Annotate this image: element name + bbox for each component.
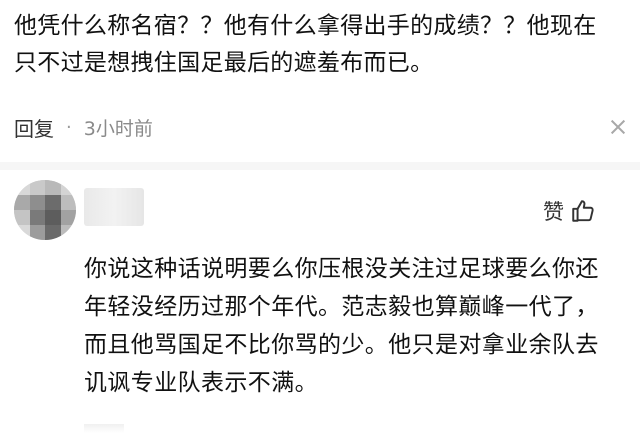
username-blurred[interactable]	[84, 188, 144, 226]
close-icon[interactable]	[610, 119, 626, 135]
next-item-partial	[84, 424, 124, 433]
comment-timestamp: 3小时前	[83, 117, 153, 140]
first-comment-meta: 回复 · 3小时前	[14, 113, 626, 141]
first-comment-text: 他凭什么称名宿？？他有什么拿得出手的成绩？？他现在只不过是想拽住国足最后的遮羞布…	[14, 13, 597, 76]
reply-button[interactable]: 回复	[14, 113, 54, 142]
thumbs-up-icon	[572, 200, 594, 222]
meta-separator: ·	[66, 116, 72, 138]
like-label: 赞	[543, 200, 564, 224]
second-comment: 你说这种话说明要么你压根没关注过足球要么你还年轻没经历过那个年代。范志毅也算巅峰…	[84, 250, 604, 402]
first-comment: 他凭什么称名宿？？他有什么拿得出手的成绩？？他现在只不过是想拽住国足最后的遮羞布…	[14, 8, 614, 82]
second-comment-text: 你说这种话说明要么你压根没关注过足球要么你还年轻没经历过那个年代。范志毅也算巅峰…	[84, 256, 599, 396]
like-button[interactable]: 赞	[543, 196, 596, 226]
avatar[interactable]	[14, 180, 76, 240]
section-divider	[0, 162, 640, 170]
